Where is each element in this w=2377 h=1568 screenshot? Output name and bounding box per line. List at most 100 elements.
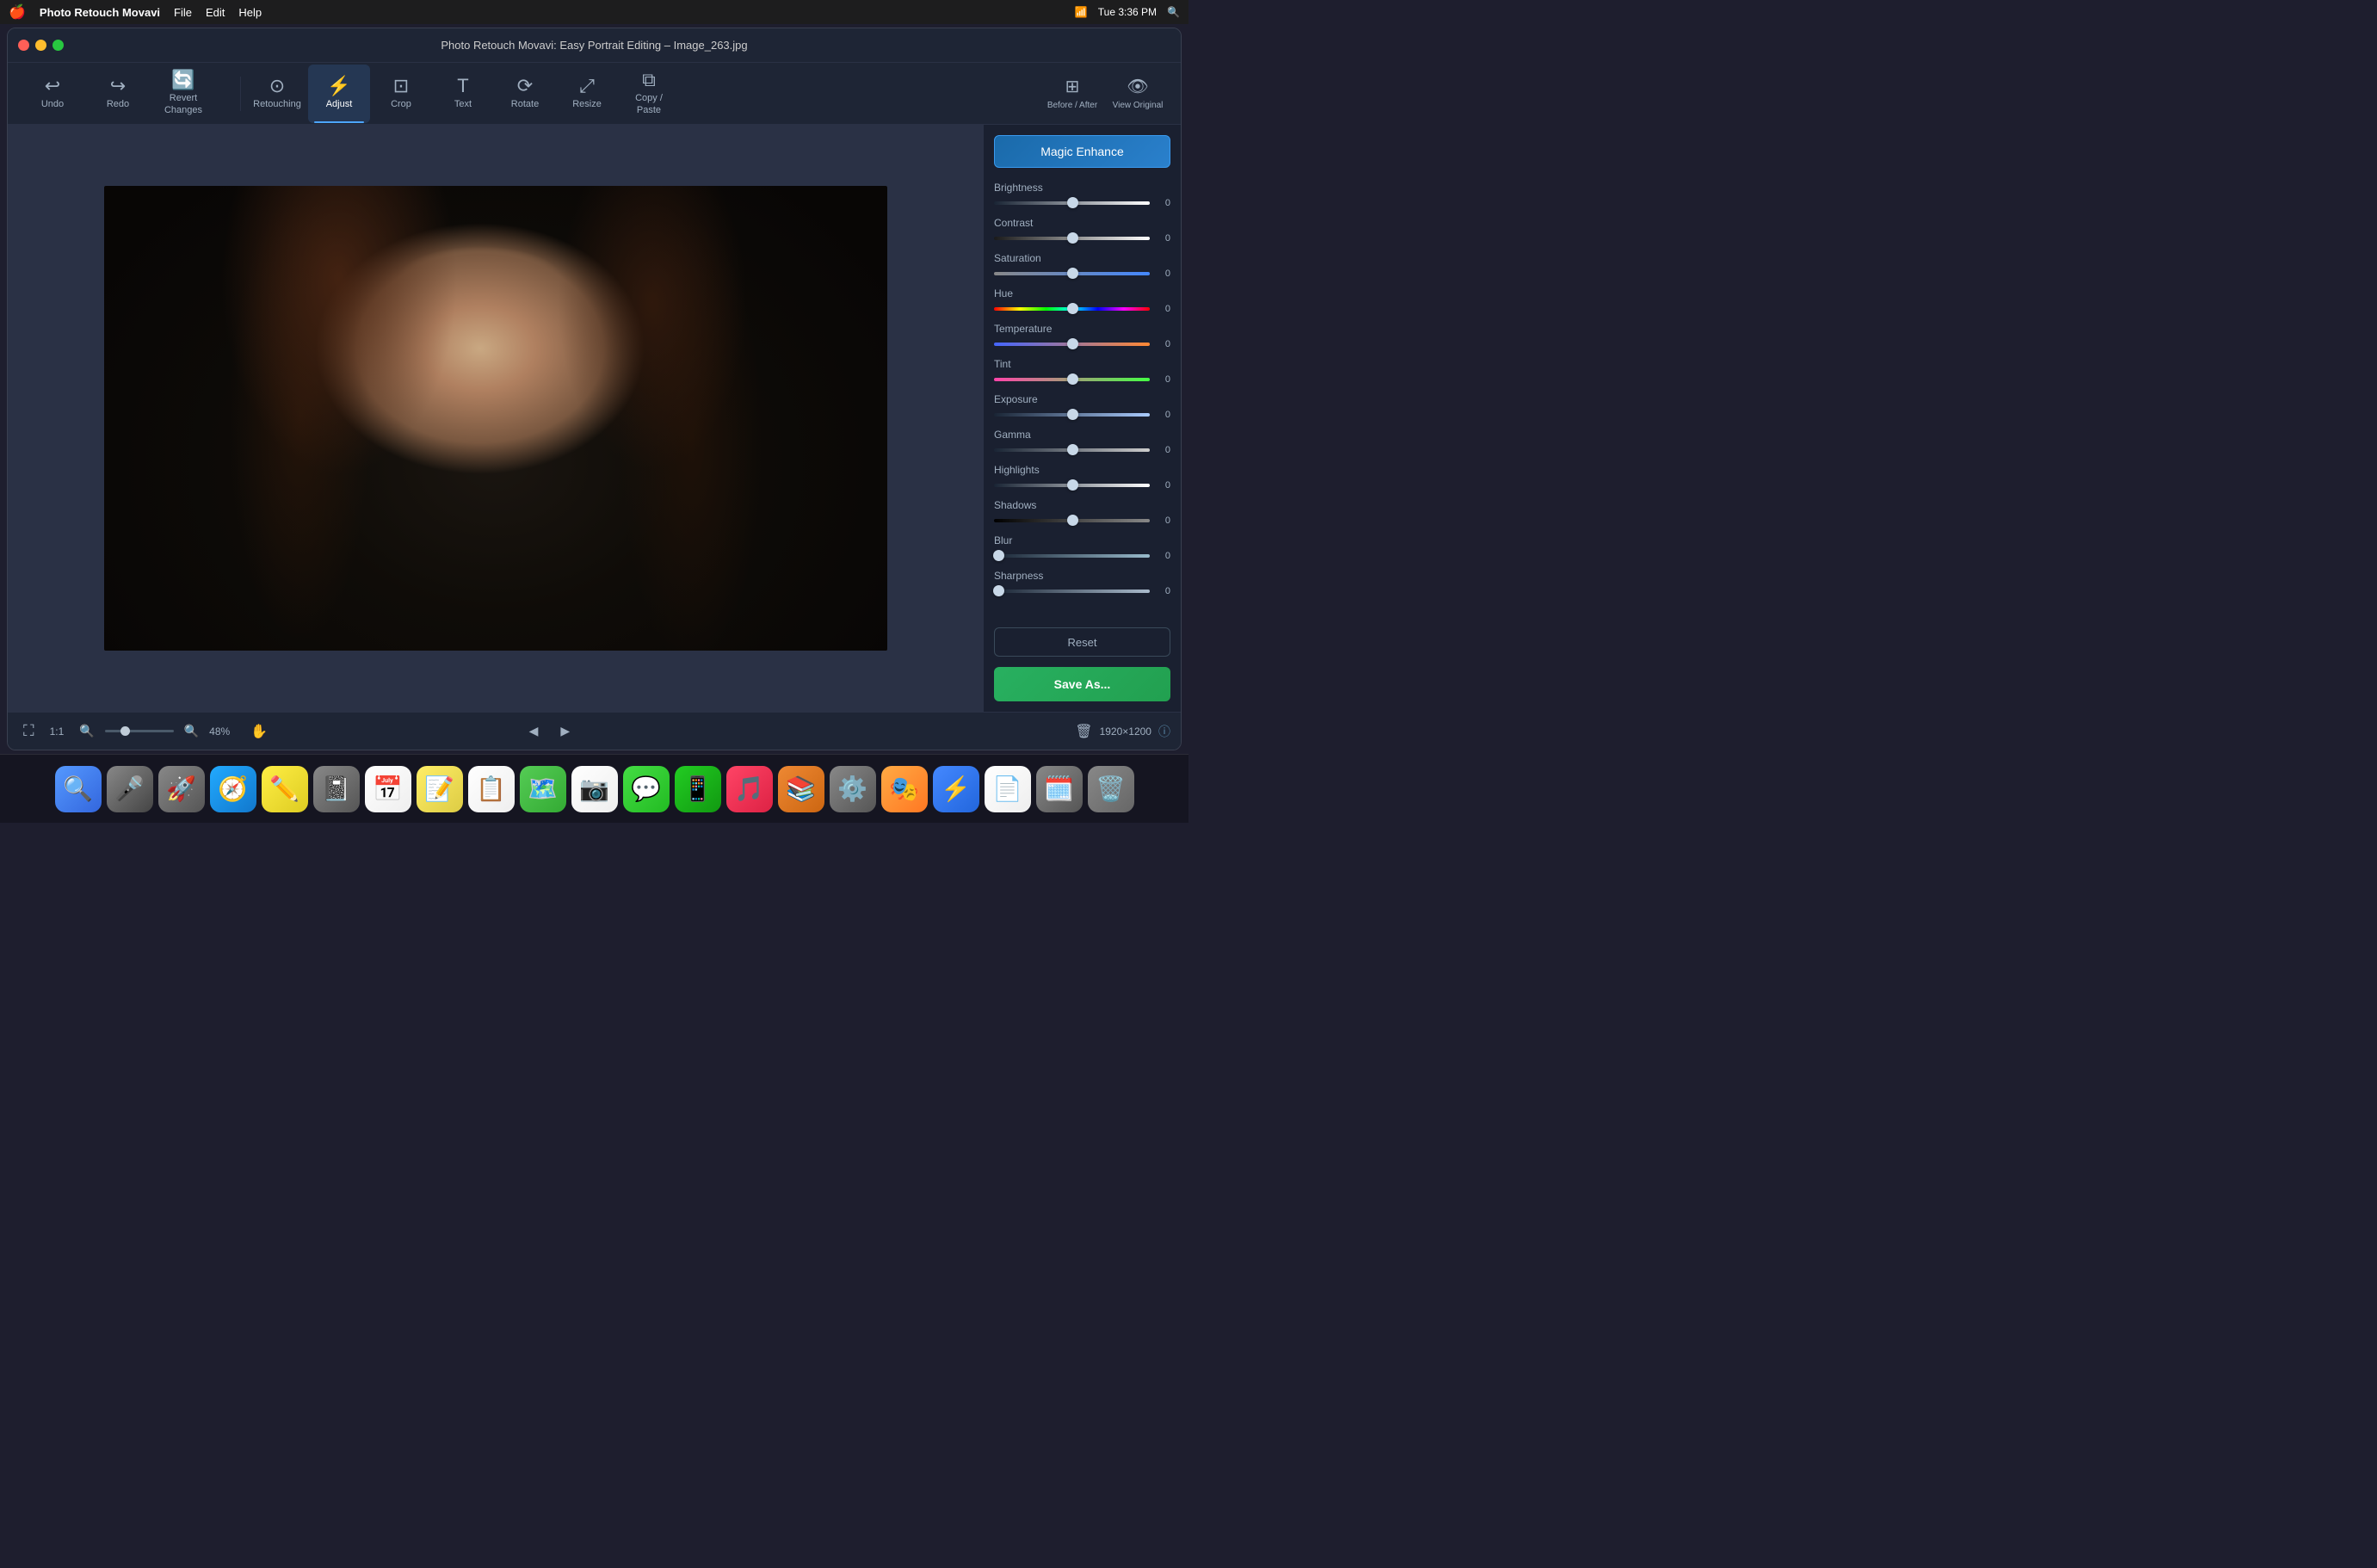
nav-controls: ◀ ▶ [522,720,577,742]
sharpness-label: Sharpness [994,570,1170,582]
main-content: Magic Enhance Brightness 0 Contrast [8,125,1181,712]
resize-label: Resize [572,99,602,110]
dock-trash[interactable]: 🗑️ [1088,766,1134,812]
redo-button[interactable]: ↪ Redo [87,65,149,123]
dock-messages[interactable]: 💬 [623,766,670,812]
sharpness-slider[interactable] [994,590,1150,593]
pan-tool[interactable]: ✋ [250,723,268,740]
highlights-slider[interactable] [994,484,1150,487]
retouching-tool[interactable]: ⊙ Retouching [246,65,308,123]
text-icon: T [457,77,468,96]
before-after-button[interactable]: ⊞ Before / After [1043,68,1102,120]
dock-reminders[interactable]: 📋 [468,766,515,812]
dock-photos[interactable]: 📷 [571,766,618,812]
saturation-label: Saturation [994,252,1170,264]
search-icon[interactable]: 🔍 [1167,6,1180,18]
info-button[interactable]: ⓘ [1158,723,1170,740]
exposure-slider[interactable] [994,413,1150,417]
fullscreen-button[interactable]: ⛶ [18,719,40,744]
blur-slider[interactable] [994,554,1150,558]
dock-app[interactable]: ⚡ [933,766,979,812]
revert-icon: 🔄 [171,71,194,90]
copy-paste-icon: ⧉ [642,71,656,90]
adjust-tool[interactable]: ⚡ Adjust [308,65,370,123]
next-image-button[interactable]: ▶ [553,720,577,742]
dock-calendar[interactable]: 📅 [365,766,411,812]
close-button[interactable] [18,40,29,51]
dock-siri[interactable]: 🎤 [107,766,153,812]
highlights-label: Highlights [994,464,1170,476]
gamma-slider[interactable] [994,448,1150,452]
window-title: Photo Retouch Movavi: Easy Portrait Edit… [441,39,747,52]
zoom-slider[interactable] [105,730,174,732]
dock-facetime[interactable]: 📱 [675,766,721,812]
text-tool[interactable]: T Text [432,65,494,123]
minimize-button[interactable] [35,40,46,51]
magic-enhance-button[interactable]: Magic Enhance [994,135,1170,168]
highlights-thumb[interactable] [1067,479,1078,491]
zoom-thumb[interactable] [120,726,130,736]
text-label: Text [454,99,472,110]
redo-icon: ↪ [110,77,126,96]
temperature-thumb[interactable] [1067,338,1078,349]
zoom-percent: 48% [209,725,240,738]
gamma-thumb[interactable] [1067,444,1078,455]
edit-menu[interactable]: Edit [206,6,225,19]
zoom-in-button[interactable]: 🔍 [179,720,204,742]
prev-image-button[interactable]: ◀ [522,720,546,742]
shadows-adjustment: Shadows 0 [994,499,1170,526]
dock-cal2[interactable]: 🗓️ [1036,766,1083,812]
zoom-ratio: 1:1 [50,725,65,738]
dock-finder[interactable]: 🔍 [55,766,102,812]
save-as-button[interactable]: Save As... [994,667,1170,701]
dock-maps[interactable]: 🗺️ [520,766,566,812]
saturation-slider[interactable] [994,272,1150,275]
copy-paste-tool[interactable]: ⧉ Copy / Paste [618,65,680,123]
dock-launchpad[interactable]: 🚀 [158,766,205,812]
tint-thumb[interactable] [1067,373,1078,385]
revert-button[interactable]: 🔄 Revert Changes [152,65,214,123]
dock-safari[interactable]: 🧭 [210,766,256,812]
apple-menu[interactable]: 🍎 [9,3,26,21]
dock-notes[interactable]: ✏️ [262,766,308,812]
brightness-adjustment: Brightness 0 [994,182,1170,208]
tint-slider[interactable] [994,378,1150,381]
undo-button[interactable]: ↩ Undo [22,65,83,123]
dock-system-prefs[interactable]: ⚙️ [830,766,876,812]
sharpness-thumb[interactable] [993,585,1004,596]
brightness-slider[interactable] [994,201,1150,205]
shadows-slider[interactable] [994,519,1150,522]
dock-music[interactable]: 🎵 [726,766,773,812]
contrast-slider[interactable] [994,237,1150,240]
zoom-out-button[interactable]: 🔍 [74,720,99,742]
menubar: 🍎 Photo Retouch Movavi File Edit Help 📶 … [0,0,1188,24]
contrast-thumb[interactable] [1067,232,1078,244]
saturation-value: 0 [1157,269,1170,279]
hue-slider[interactable] [994,307,1150,311]
blur-thumb[interactable] [993,550,1004,561]
shadows-thumb[interactable] [1067,515,1078,526]
delete-image-button[interactable]: 🗑 [1075,723,1092,740]
dock-textedit[interactable]: 📄 [985,766,1031,812]
dock-contacts[interactable]: 📓 [313,766,360,812]
brightness-thumb[interactable] [1067,197,1078,208]
reset-button[interactable]: Reset [994,627,1170,657]
canvas-area[interactable] [8,125,983,712]
exposure-thumb[interactable] [1067,409,1078,420]
rotate-tool[interactable]: ⟳ Rotate [494,65,556,123]
brightness-value: 0 [1157,198,1170,208]
resize-tool[interactable]: ⤢ Resize [556,65,618,123]
crop-tool[interactable]: ⊡ Crop [370,65,432,123]
hue-thumb[interactable] [1067,303,1078,314]
redo-label: Redo [107,99,129,110]
temperature-slider[interactable] [994,343,1150,346]
help-menu[interactable]: Help [238,6,262,19]
dock-stickies[interactable]: 📝 [417,766,463,812]
dock-books[interactable]: 📚 [778,766,824,812]
view-original-button[interactable]: 👁 View Original [1108,68,1167,120]
maximize-button[interactable] [52,40,64,51]
file-menu[interactable]: File [174,6,192,19]
saturation-thumb[interactable] [1067,268,1078,279]
contrast-label: Contrast [994,217,1170,229]
dock-character[interactable]: 🎭 [881,766,928,812]
